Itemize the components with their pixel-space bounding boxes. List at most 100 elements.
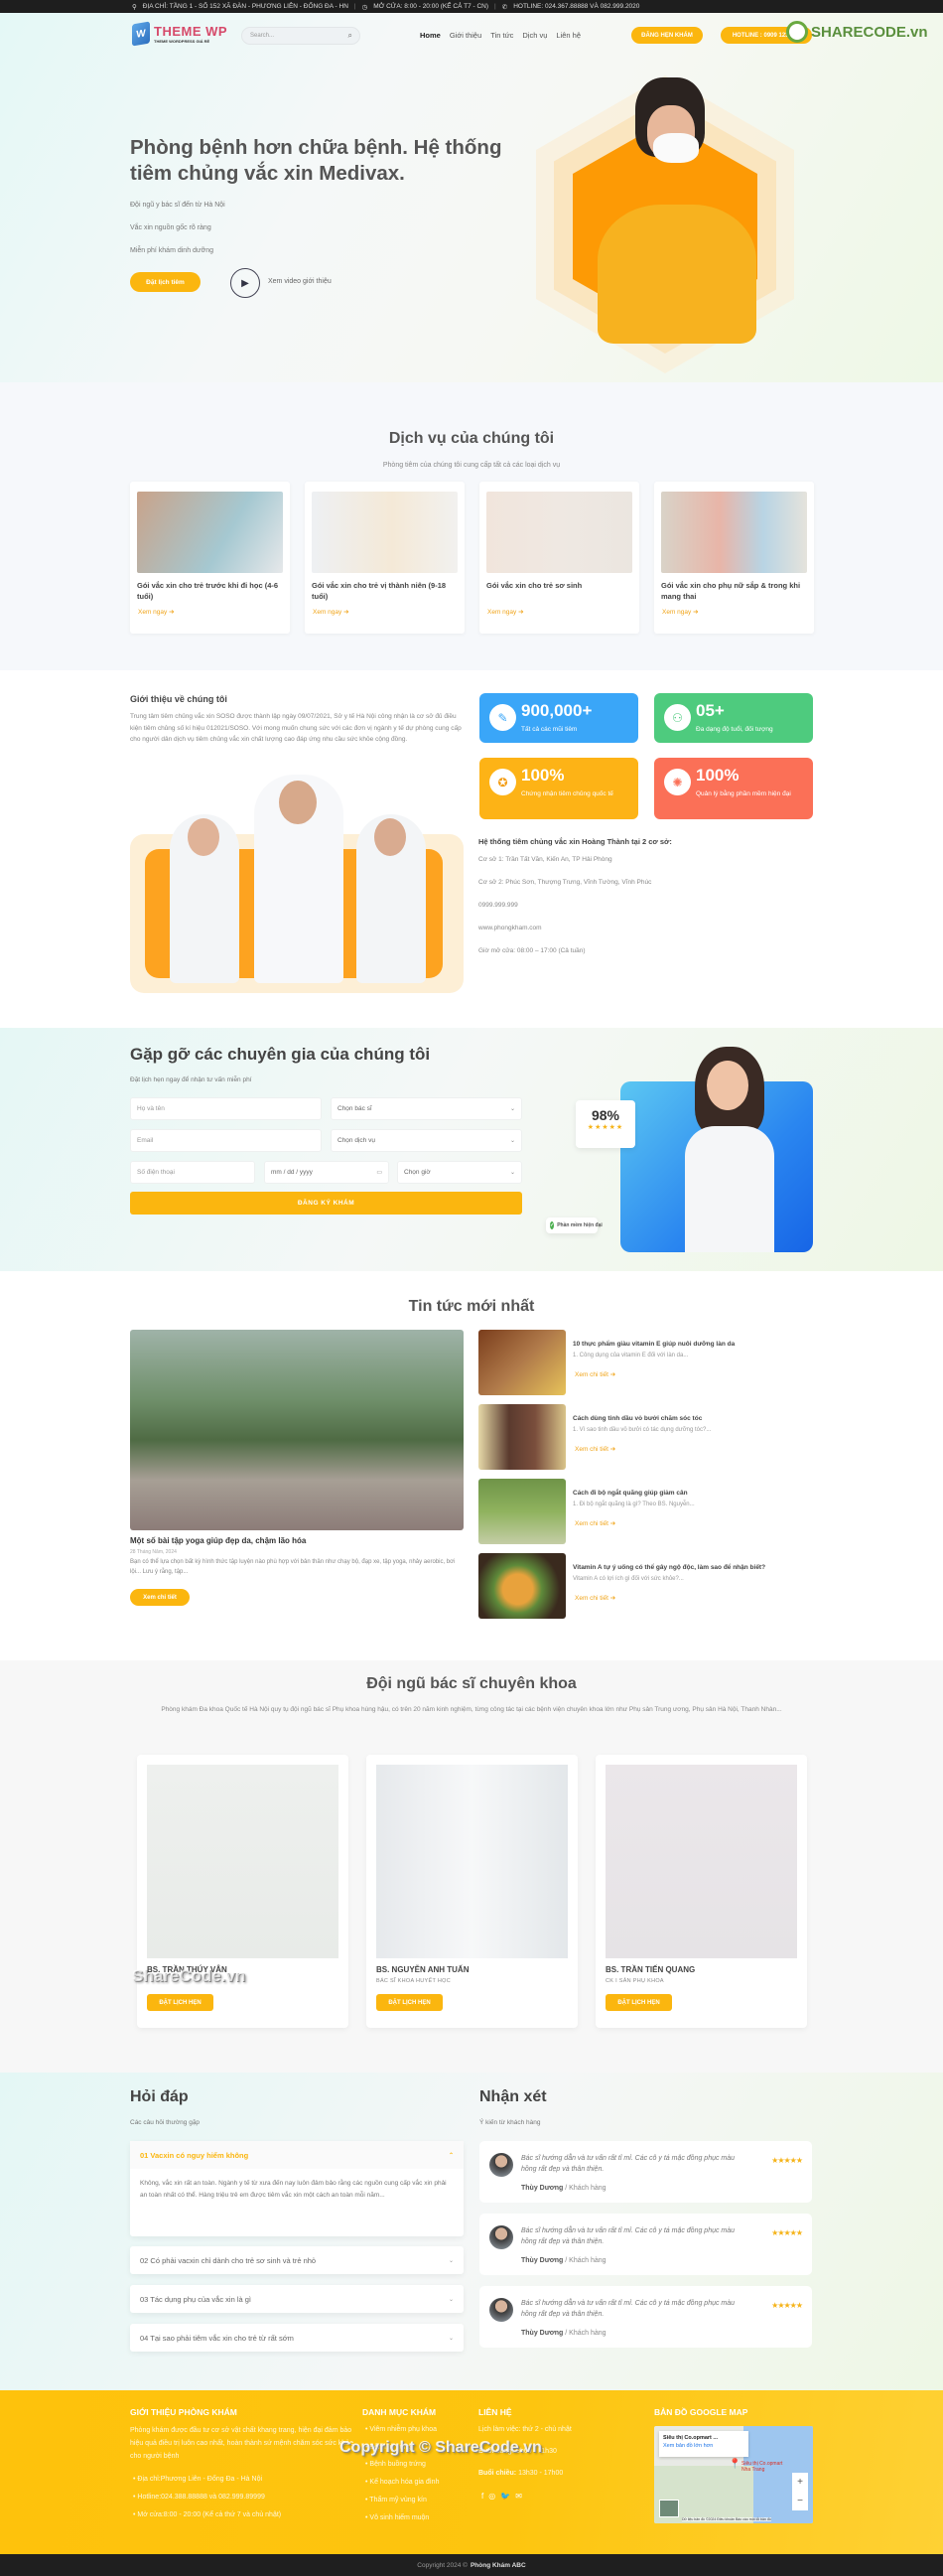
featured-news-image[interactable] [130,1330,464,1530]
news-item-title[interactable]: Cách dùng tinh dầu vỏ bưởi chăm sóc tóc [573,1415,702,1422]
news-thumbnail[interactable] [478,1404,566,1470]
map-satellite-toggle[interactable] [659,2500,679,2517]
news-item-title[interactable]: Cách đi bộ ngắt quãng giúp giảm cân [573,1490,688,1497]
faq-question[interactable]: 04 Tại sao phải tiêm vắc xin cho trẻ từ … [130,2324,464,2352]
news-item-link[interactable]: Xem chi tiết ➔ [575,1594,615,1602]
review-author: Thùy Dương / Khách hàng [521,2257,606,2264]
footer-map-title: BẢN ĐỒ GOOGLE MAP [654,2407,748,2417]
twitter-icon[interactable]: 🐦 [500,2492,510,2501]
doctor-select[interactable]: Chọn bác sĩ ⌄ [331,1097,522,1120]
chevron-down-icon: ⌄ [509,1106,515,1112]
website-link[interactable]: www.phongkham.com [478,925,542,931]
date-field[interactable]: mm / dd / yyyy ▭ [264,1161,389,1184]
faq-question[interactable]: 02 Có phải vacxin chỉ dành cho trẻ sơ si… [130,2246,464,2274]
footer-category-link[interactable]: • Bệnh buồng trứng [365,2461,426,2468]
feature-badge-text: Phần mềm hiện đại [557,1222,603,1228]
featured-news-title[interactable]: Một số bài tập yoga giúp đẹp da, chậm lã… [130,1536,306,1545]
review-stars: ★★★★★ [771,2228,803,2237]
email-field[interactable]: Email [130,1129,322,1152]
service-title[interactable]: Gói vắc xin cho trẻ trước khi đi học (4-… [137,580,283,602]
service-image [486,492,632,573]
doctor-book-button[interactable]: ĐẶT LỊCH HẸN [606,1994,672,2011]
footer-address: • Địa chỉ:Phương Liên - Đống Đa - Hà Nội [133,2476,263,2483]
news-item-link[interactable]: Xem chi tiết ➔ [575,1445,615,1453]
time-select[interactable]: Chọn giờ ⌄ [397,1161,522,1184]
service-card[interactable]: Gói vắc xin cho phụ nữ sắp & trong khi m… [654,482,814,634]
service-card[interactable]: Gói vắc xin cho trẻ sơ sinh Xem ngay ➔ [479,482,639,634]
phone-field[interactable]: Số điện thoại [130,1161,255,1184]
news-thumbnail[interactable] [478,1553,566,1619]
service-link[interactable]: Xem ngay ➔ [138,608,175,616]
faq-item[interactable]: 02 Có phải vacxin chỉ dành cho trẻ sơ si… [130,2246,464,2274]
about-text: Trung tâm tiêm chủng vắc xin SOSO được t… [130,713,462,743]
experts-subtitle: Đặt lịch hẹn ngay để nhận tư vấn miễn ph… [130,1076,252,1083]
news-item-link[interactable]: Xem chi tiết ➔ [575,1370,615,1378]
syringe-icon: ✎ [489,704,516,731]
faq-item[interactable]: 04 Tại sao phải tiêm vắc xin cho trẻ từ … [130,2324,464,2352]
service-select[interactable]: Chọn dịch vụ ⌄ [331,1129,522,1152]
branch-2: Cơ sở 2: Phúc Sơn, Thượng Trưng, Vĩnh Tư… [478,879,652,886]
zoom-out-button[interactable]: − [792,2492,808,2510]
review-card: Bác sĩ hướng dẫn và tư vấn rất tỉ mỉ. Cá… [479,2214,812,2275]
service-title[interactable]: Gói vắc xin cho phụ nữ sắp & trong khi m… [661,580,807,602]
email-icon[interactable]: ✉ [515,2492,522,2501]
name-field[interactable]: Họ và tên [130,1097,322,1120]
map-pin-label: Siêu thị Co.opmart Nha Trang [741,2461,783,2473]
service-image [137,492,283,573]
map-place-name: Siêu thị Co.opmart ... [663,2435,719,2441]
register-button[interactable]: ĐĂNG KÝ KHÁM [130,1192,522,1215]
stat-label: Chứng nhận tiêm chủng quốc tế [521,790,613,797]
review-text: Bác sĩ hướng dẫn và tư vấn rất tỉ mỉ. Cá… [521,2155,736,2173]
chevron-down-icon: ⌄ [509,1170,515,1176]
service-link[interactable]: Xem ngay ➔ [487,608,524,616]
footer-category-link[interactable]: • Kế hoạch hóa gia đình [365,2479,439,2486]
footer-category-link[interactable]: • Thẩm mỹ vùng kín [365,2497,427,2504]
stat-number: 05+ [696,701,725,720]
footer-category-link[interactable]: • Vô sinh hiếm muộn [365,2514,429,2521]
instagram-icon[interactable]: ◎ [488,2492,495,2501]
doctor-book-button[interactable]: ĐẶT LỊCH HẸN [147,1994,213,2011]
stat-label: Tất cả các mũi tiêm [521,726,578,733]
chevron-down-icon: ⌄ [448,2296,454,2303]
rating-percent: 98% [591,1107,620,1123]
about-title: Giới thiệu về chúng tôi [130,694,227,704]
reviews-subtitle: Ý kiến từ khách hàng [479,2119,541,2126]
faq-item[interactable]: 03 Tác dụng phụ của vắc xin là gì ⌄ [130,2285,464,2313]
review-stars: ★★★★★ [771,2301,803,2310]
service-link[interactable]: Xem ngay ➔ [662,608,699,616]
play-video-button[interactable]: ▶ [230,268,260,298]
arrow-right-icon: ➔ [169,609,175,616]
featured-news-button[interactable]: Xem chi tiết [130,1589,190,1606]
service-link[interactable]: Xem ngay ➔ [313,608,349,616]
doctor-book-button[interactable]: ĐẶT LỊCH HẸN [376,1994,443,2011]
facebook-icon[interactable]: f [481,2492,483,2501]
faq-item[interactable]: 01 Vacxin có nguy hiểm không ⌃ Không, vắc… [130,2141,464,2236]
news-thumbnail[interactable] [478,1479,566,1544]
chevron-up-icon: ⌃ [448,2152,454,2159]
book-vaccination-button[interactable]: Đặt lịch tiêm [130,272,201,292]
service-title[interactable]: Gói vắc xin cho trẻ sơ sinh [486,580,632,591]
copyright-text: Copyright 2024 © [417,2561,468,2569]
zoom-in-button[interactable]: + [792,2473,808,2492]
footer-category-link[interactable]: • Viêm nhiễm phụ khoa [365,2426,437,2433]
arrow-right-icon: ➔ [343,609,349,616]
phone-number[interactable]: 0999.999.999 [478,902,518,909]
faq-question[interactable]: 01 Vacxin có nguy hiểm không ⌃ [130,2141,464,2169]
service-image [312,492,458,573]
google-map[interactable]: Siêu thị Co.opmart ... Xem bản đồ lớn hơ… [654,2426,813,2523]
play-icon: ▶ [241,277,249,289]
news-thumbnail[interactable] [478,1330,566,1395]
service-card[interactable]: Gói vắc xin cho trẻ vị thành niên (9-18 … [305,482,465,634]
map-larger-link[interactable]: Xem bản đồ lớn hơn [663,2443,744,2449]
faq-question[interactable]: 03 Tác dụng phụ của vắc xin là gì ⌄ [130,2285,464,2313]
doctor-card: BS. NGUYỄN ANH TUẤN BÁC SĨ KHOA HUYẾT HỌ… [366,1755,578,2028]
doctor-name: BS. NGUYỄN ANH TUẤN [376,1965,470,1974]
service-card[interactable]: Gói vắc xin cho trẻ trước khi đi học (4-… [130,482,290,634]
service-title[interactable]: Gói vắc xin cho trẻ vị thành niên (9-18 … [312,580,458,602]
news-item-title[interactable]: Vitamin A tự ý uống có thể gây ngộ độc, … [573,1564,765,1571]
news-item-link[interactable]: Xem chi tiết ➔ [575,1519,615,1527]
lightbulb-icon: ✺ [664,769,691,795]
reviewer-avatar [489,2298,513,2322]
video-label[interactable]: Xem video giới thiệu [268,278,332,285]
news-item-title[interactable]: 10 thực phẩm giàu vitamin E giúp nuôi dư… [573,1341,735,1348]
